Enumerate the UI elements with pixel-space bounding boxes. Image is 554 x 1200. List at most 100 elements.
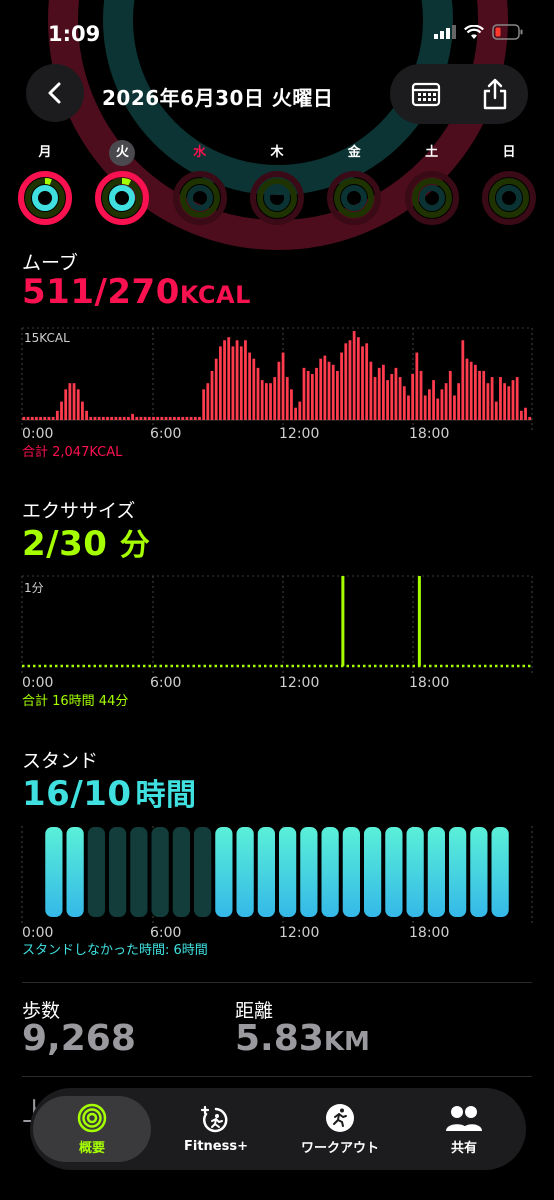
move-total: 合計 2,047KCAL bbox=[22, 444, 123, 460]
move-bar bbox=[72, 383, 76, 420]
day-item-sat[interactable]: 土 bbox=[402, 140, 462, 228]
move-bar bbox=[218, 346, 222, 420]
day-item-mon[interactable]: 月 bbox=[15, 140, 75, 228]
day-item-thu[interactable]: 木 bbox=[247, 140, 307, 228]
stand-bar-stood bbox=[491, 827, 509, 917]
activity-ring-wed bbox=[172, 171, 227, 225]
stand-axis-12: 12:00 bbox=[279, 925, 319, 941]
move-bar bbox=[298, 401, 302, 420]
move-bar bbox=[390, 374, 394, 420]
move-bar bbox=[26, 416, 30, 420]
steps-value: 9,268 bbox=[22, 1018, 136, 1059]
move-bar bbox=[453, 395, 456, 420]
move-bar bbox=[285, 377, 289, 420]
exercise-spikes bbox=[341, 576, 421, 666]
chevron-left-icon bbox=[48, 82, 61, 104]
move-bar bbox=[382, 364, 385, 420]
stand-bar-stood bbox=[45, 827, 63, 917]
move-bar bbox=[147, 416, 151, 420]
move-bars bbox=[22, 331, 532, 420]
divider bbox=[22, 1076, 532, 1077]
move-bar bbox=[47, 416, 51, 420]
move-bar bbox=[164, 416, 168, 420]
move-bar bbox=[277, 361, 281, 420]
move-bar bbox=[51, 416, 55, 420]
tab-label: Fitness+ bbox=[184, 1138, 248, 1154]
tab-workout[interactable]: ワークアウト bbox=[281, 1096, 399, 1162]
activity-ring-mon bbox=[18, 171, 72, 225]
activity-ring-fri bbox=[327, 171, 382, 225]
move-title: ムーブ bbox=[22, 252, 78, 274]
move-bar bbox=[361, 346, 364, 420]
move-bar bbox=[127, 416, 130, 420]
week-selector: 月 火 水 木 金 土 日 bbox=[15, 140, 539, 228]
tab-sharing[interactable]: 共有 bbox=[405, 1096, 523, 1162]
stand-bar-stood bbox=[342, 827, 360, 917]
exercise-axis-18: 18:00 bbox=[409, 675, 449, 691]
stand-bar-missed bbox=[194, 827, 212, 917]
share-icon[interactable] bbox=[482, 78, 508, 110]
back-button[interactable] bbox=[26, 64, 84, 122]
move-bar bbox=[356, 337, 360, 420]
stand-value-number: 16/10 bbox=[22, 774, 132, 814]
move-bar bbox=[93, 416, 97, 420]
move-bar bbox=[490, 377, 494, 420]
move-chart: 15KCAL 0:00 6:00 12:00 18:00 合計 2,047KCA… bbox=[21, 327, 533, 460]
move-bar bbox=[499, 377, 502, 420]
stand-chart: 0:00 6:00 12:00 18:00 スタンドしなかった時間: 6時間 bbox=[21, 826, 533, 958]
move-bar bbox=[202, 389, 206, 420]
move-bar bbox=[423, 395, 427, 420]
move-bar bbox=[398, 377, 402, 420]
day-item-sun[interactable]: 日 bbox=[479, 140, 539, 228]
move-bar bbox=[210, 370, 214, 420]
move-bar bbox=[239, 346, 243, 420]
day-item-wed[interactable]: 水 bbox=[170, 140, 230, 228]
move-bar bbox=[302, 367, 306, 420]
move-bar bbox=[110, 416, 114, 420]
day-label: 土 bbox=[425, 145, 439, 160]
move-bar bbox=[323, 355, 327, 420]
stand-axis-18: 18:00 bbox=[409, 925, 449, 941]
wifi-icon bbox=[464, 24, 484, 39]
move-bar bbox=[331, 364, 335, 420]
exercise-unit: 分 bbox=[119, 528, 151, 563]
move-bar bbox=[68, 383, 72, 420]
exercise-title: エクササイズ bbox=[22, 500, 136, 522]
exercise-value: 2/30 分 bbox=[22, 520, 150, 564]
move-bar bbox=[35, 416, 38, 420]
move-bar bbox=[524, 407, 527, 420]
move-value-number: 511/270 bbox=[22, 272, 180, 312]
tab-summary[interactable]: 概要 bbox=[33, 1096, 151, 1162]
sharing-people-icon bbox=[446, 1105, 482, 1131]
calendar-icon[interactable] bbox=[411, 81, 441, 107]
day-label: 火 bbox=[109, 140, 136, 166]
day-label: 金 bbox=[347, 145, 361, 160]
move-bar bbox=[394, 367, 398, 420]
move-bar bbox=[214, 358, 218, 420]
day-item-tue[interactable]: 火 bbox=[92, 140, 152, 228]
day-item-fri[interactable]: 金 bbox=[324, 140, 384, 228]
move-bar bbox=[373, 377, 377, 420]
day-label: 日 bbox=[502, 145, 516, 160]
move-bar bbox=[89, 416, 93, 420]
move-bar bbox=[432, 380, 435, 420]
move-bar bbox=[482, 370, 486, 420]
move-bar bbox=[515, 377, 519, 420]
move-bar bbox=[486, 383, 490, 420]
stand-title: スタンド bbox=[22, 750, 99, 772]
stand-bar-missed bbox=[109, 827, 127, 917]
move-bar bbox=[30, 416, 34, 420]
move-axis-12: 12:00 bbox=[279, 426, 319, 442]
move-axis-0: 0:00 bbox=[22, 426, 53, 442]
cellular-signal-icon bbox=[434, 25, 456, 39]
move-bar bbox=[461, 340, 465, 420]
fitness-plus-icon bbox=[200, 1105, 228, 1132]
move-bar bbox=[448, 370, 452, 420]
move-bar bbox=[223, 340, 226, 420]
move-bar bbox=[198, 416, 201, 420]
move-bar bbox=[106, 416, 109, 420]
move-bar bbox=[440, 389, 444, 420]
move-bar bbox=[160, 416, 164, 420]
tab-fitness-plus[interactable]: Fitness+ bbox=[157, 1096, 275, 1162]
stand-bar-stood bbox=[385, 827, 403, 917]
